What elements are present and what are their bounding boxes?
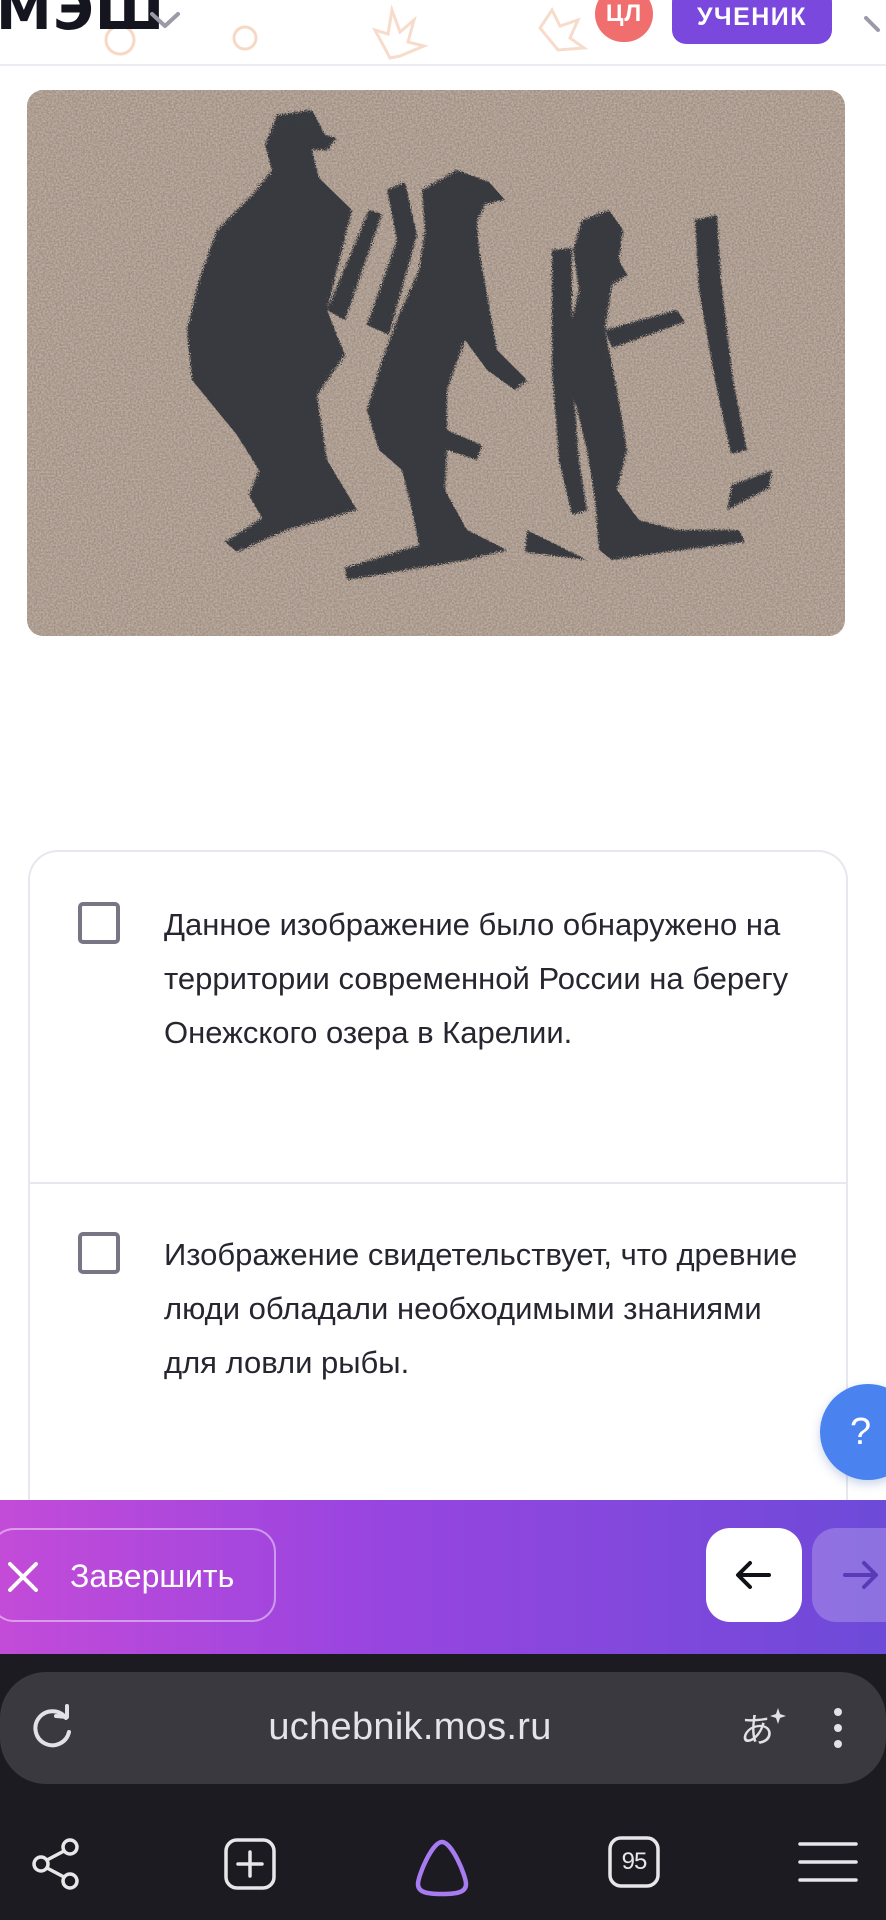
app-logo[interactable]: МЭШ — [0, 0, 165, 43]
tabs-button[interactable]: 95 — [608, 1836, 660, 1888]
address-bar[interactable]: uchebnik.mos.ru あ — [0, 1672, 886, 1784]
finish-button-label: Завершить — [70, 1558, 235, 1594]
browser-toolbar: 95 — [0, 1814, 886, 1920]
task-image — [27, 90, 845, 636]
test-action-bar: Завершить — [0, 1500, 886, 1654]
translate-icon[interactable]: あ — [736, 1702, 788, 1754]
answer-option-text: Изображение свидетельствует, что древние… — [164, 1237, 798, 1380]
share-button[interactable] — [28, 1836, 84, 1897]
assistant-icon — [415, 1839, 469, 1897]
share-icon — [32, 1838, 79, 1890]
arrow-left-icon — [736, 1561, 771, 1589]
tabs-count: 95 — [621, 1848, 648, 1875]
answer-checkbox[interactable] — [78, 902, 120, 944]
next-question-button[interactable] — [812, 1528, 886, 1622]
chevron-down-icon[interactable] — [148, 8, 182, 32]
arrow-right-icon — [843, 1561, 878, 1589]
previous-question-button[interactable] — [706, 1528, 802, 1622]
answer-option[interactable]: Данное изображение было обнаружено на те… — [30, 852, 846, 1184]
role-button[interactable]: УЧЕНИК — [672, 0, 832, 44]
close-icon — [8, 1562, 38, 1592]
app-header: МЭШ ЦЛ УЧЕНИК — [0, 0, 886, 66]
answer-options-card: Данное изображение было обнаружено на те… — [28, 850, 848, 1552]
more-options-icon[interactable] — [826, 1702, 850, 1754]
answer-checkbox[interactable] — [78, 1232, 120, 1274]
svg-text:あ: あ — [740, 1711, 774, 1751]
menu-button[interactable] — [798, 1836, 858, 1893]
answer-option[interactable]: Изображение свидетельствует, что древние… — [30, 1184, 846, 1552]
alice-assistant-button[interactable] — [410, 1836, 474, 1903]
plus-square-icon — [224, 1838, 276, 1890]
answer-option-text: Данное изображение было обнаружено на те… — [164, 907, 789, 1050]
new-tab-button[interactable] — [222, 1836, 278, 1897]
hamburger-menu-icon — [798, 1842, 858, 1882]
finish-button[interactable]: Завершить — [0, 1528, 276, 1622]
chevron-down-icon[interactable] — [862, 10, 886, 40]
url-text[interactable]: uchebnik.mos.ru — [0, 1706, 820, 1749]
browser-chrome: uchebnik.mos.ru あ 95 — [0, 1654, 886, 1920]
